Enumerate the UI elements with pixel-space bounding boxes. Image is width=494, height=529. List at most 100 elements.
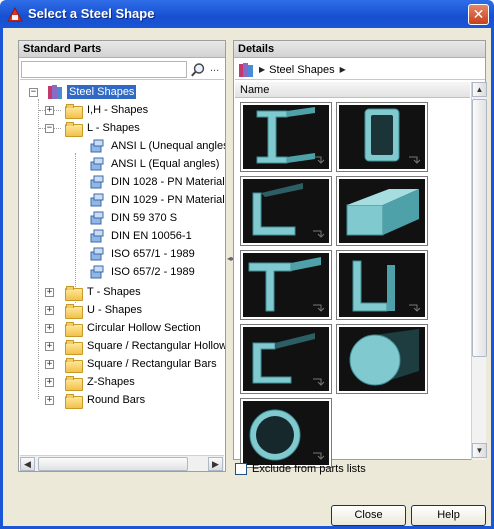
tree-item-circular-hollow[interactable]: Circular Hollow Section [65,319,203,337]
folder-open-icon [65,121,83,137]
tree-item-label: Z-Shapes [87,376,135,388]
standard-part-icon [90,157,104,171]
round-bar-shape-icon [339,327,425,391]
tree-item-label: Circular Hollow Section [87,322,201,334]
standard-parts-icon [48,85,62,99]
thumbnail-round-bar[interactable] [336,324,428,394]
thumbnail-rectangular-bar[interactable] [336,176,428,246]
parts-tree[interactable]: − Steel Shapes + I,H - Shapes − L - Shap… [19,83,225,455]
tree-item-din-1028[interactable]: DIN 1028 - PN Material D [89,173,225,191]
tree-item-iso-657-1[interactable]: ISO 657/1 - 1989 [89,245,197,263]
name-column-header[interactable]: Name [235,82,470,98]
details-vertical-scrollbar[interactable]: ▲ ▼ [471,82,487,460]
tree-horizontal-scrollbar[interactable]: ◀ ▶ [20,455,224,471]
tree-item-ih-shapes[interactable]: I,H - Shapes [65,101,150,119]
round-bars-expander[interactable]: + [45,396,54,405]
help-button[interactable]: Help [411,505,486,526]
scroll-down-arrow-icon[interactable]: ▼ [472,443,487,458]
tree-item-round-bars[interactable]: Round Bars [65,391,147,409]
search-row: ... [20,60,224,80]
tree-item-rect-hollow[interactable]: Square / Rectangular Hollow S [65,337,225,355]
thumbnail-rectangular-hollow[interactable] [336,102,428,172]
standard-parts-panel: Standard Parts ... − Steel Shapes + I,H … [18,40,226,472]
search-input[interactable] [21,61,187,78]
tree-item-t-shapes[interactable]: T - Shapes [65,283,143,301]
folder-icon [65,303,83,319]
rect-hollow-expander[interactable]: + [45,342,54,351]
folder-icon [65,393,83,409]
folder-icon [65,285,83,301]
t-shapes-expander[interactable]: + [45,288,54,297]
standard-part-icon [90,229,104,243]
folder-icon [65,375,83,391]
breadcrumb-arrow-icon[interactable]: ▶ [340,65,346,74]
u-channel-shape-icon [339,253,425,317]
tree-item-label: Square / Rectangular Hollow S [87,340,225,352]
tree-item-din-59370[interactable]: DIN 59 370 S [89,209,179,227]
close-button[interactable]: Close [331,505,406,526]
breadcrumb: ▶ Steel Shapes ▶ [235,60,485,80]
l-shapes-expander[interactable]: − [45,124,54,133]
tree-item-label: DIN EN 10056-1 [111,230,192,242]
details-panel: Details ▶ Steel Shapes ▶ Name ▲ ▼ [233,40,487,468]
z-shapes-expander[interactable]: + [45,378,54,387]
shape-thumbnail-grid [235,99,470,468]
z-shape-icon [243,327,329,391]
tree-item-iso-657-2[interactable]: ISO 657/2 - 1989 [89,263,197,281]
standard-part-icon [90,211,104,225]
tree-item-label: L - Shapes [87,122,140,134]
tree-item-ansi-l-equal[interactable]: ANSI L (Equal angles) [89,155,221,173]
scroll-up-arrow-icon[interactable]: ▲ [472,82,487,97]
scroll-right-arrow-icon[interactable]: ▶ [208,457,223,471]
exclude-from-parts-lists-checkbox[interactable] [235,463,247,475]
tree-item-label: Round Bars [87,394,146,406]
standard-part-icon [90,265,104,279]
tree-item-label: ISO 657/2 - 1989 [111,266,195,278]
breadcrumb-arrow-icon[interactable]: ▶ [259,65,265,74]
tree-item-din-1029[interactable]: DIN 1029 - PN Material D [89,191,225,209]
tree-root-steel-shapes[interactable]: Steel Shapes [47,83,137,101]
tree-item-z-shapes[interactable]: Z-Shapes [65,373,137,391]
exclude-from-parts-lists-row[interactable]: Exclude from parts lists [235,463,366,475]
close-window-button[interactable]: ✕ [468,4,489,25]
folder-icon [65,321,83,337]
circular-hollow-expander[interactable]: + [45,324,54,333]
tree-root-label: Steel Shapes [67,85,137,99]
rect-bars-expander[interactable]: + [45,360,54,369]
tree-item-label: Square / Rectangular Bars [87,358,217,370]
tree-item-label: T - Shapes [87,286,141,298]
details-header: Details [234,41,485,58]
scroll-thumb[interactable] [472,99,487,357]
search-icon[interactable] [190,62,206,78]
tree-item-label: ISO 657/1 - 1989 [111,248,195,260]
thumbnail-u-channel[interactable] [336,250,428,320]
title-bar: Select a Steel Shape ✕ [0,0,494,28]
scroll-left-arrow-icon[interactable]: ◀ [20,457,35,471]
folder-icon [65,357,83,373]
tree-item-din-en-10056[interactable]: DIN EN 10056-1 [89,227,194,245]
tree-item-ansi-l-unequal[interactable]: ANSI L (Unequal angles) [89,137,225,155]
tree-item-u-shapes[interactable]: U - Shapes [65,301,144,319]
folder-icon [65,103,83,119]
thumbnail-t-shape[interactable] [240,250,332,320]
circular-hollow-shape-icon [243,401,329,465]
standard-part-icon [90,175,104,189]
standard-part-icon [90,247,104,261]
standard-part-icon [90,193,104,207]
scroll-thumb[interactable] [38,457,188,471]
root-expander[interactable]: − [29,88,38,97]
thumbnail-circular-hollow[interactable] [240,398,332,468]
thumbnail-l-angle[interactable] [240,176,332,246]
standard-parts-header: Standard Parts [19,41,225,58]
thumbnail-i-beam[interactable] [240,102,332,172]
tree-item-l-shapes[interactable]: L - Shapes [65,119,142,137]
breadcrumb-steel-shapes[interactable]: Steel Shapes [269,64,334,76]
u-shapes-expander[interactable]: + [45,306,54,315]
window-title: Select a Steel Shape [28,6,155,21]
rect-hollow-shape-icon [339,105,425,169]
ih-shapes-expander[interactable]: + [45,106,54,115]
search-options-button[interactable]: ... [210,62,224,74]
tree-item-label: ANSI L (Unequal angles) [111,140,225,152]
thumbnail-z-shape[interactable] [240,324,332,394]
tree-item-rect-bars[interactable]: Square / Rectangular Bars [65,355,219,373]
